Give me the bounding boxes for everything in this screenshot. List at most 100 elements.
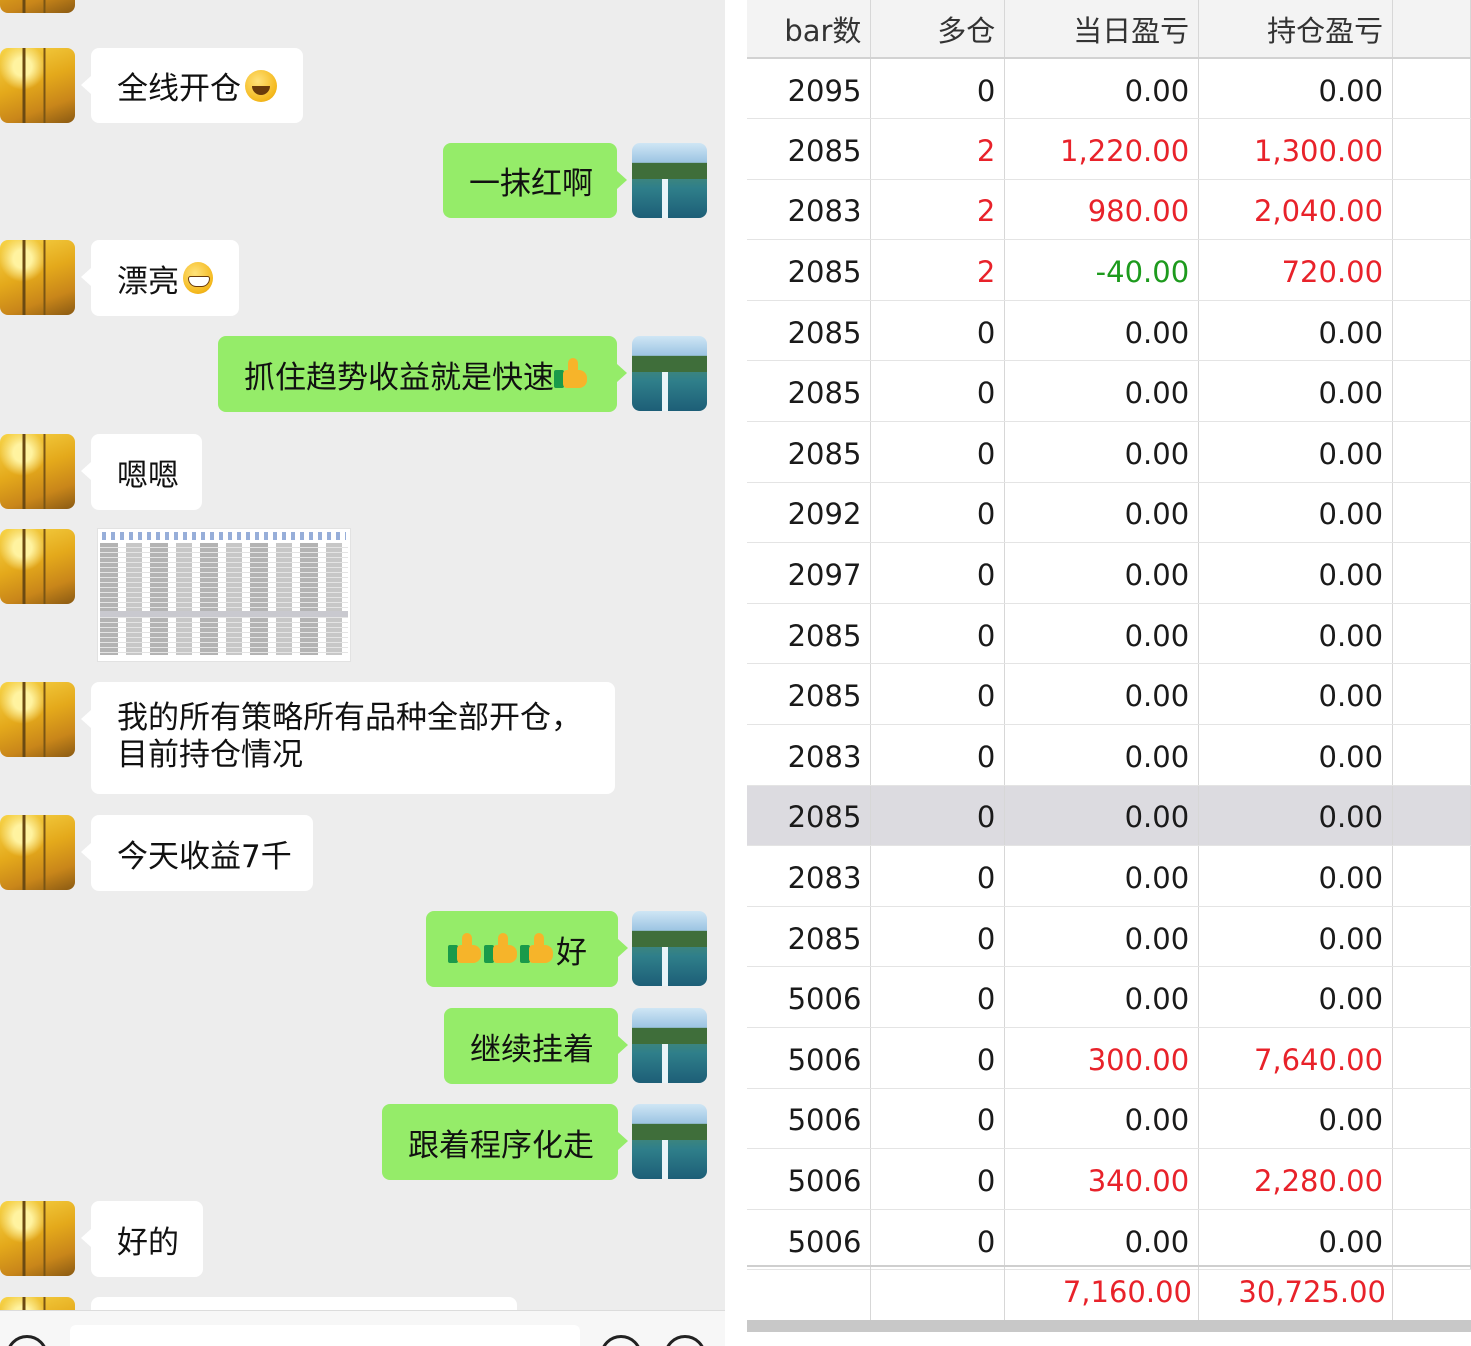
cell-bars: 2085 [747,300,872,362]
table-row[interactable]: 2085 0 0.00 0.00 [747,785,1471,847]
cell-position-pnl: 0.00 [1198,966,1394,1028]
table-row[interactable]: 2085 2 -40.00 720.00 [747,239,1471,301]
table-row[interactable]: 5006 0 340.00 2,280.00 [747,1148,1471,1210]
message-bubble[interactable]: 一抹红啊 [443,143,627,218]
table-header-row: bar数 多仓 当日盈亏 持仓盈亏 [747,0,1471,59]
contact-avatar[interactable] [0,529,75,604]
message-bubble[interactable]: 今天收益7千 [81,815,313,891]
message-text: 漂亮 [117,263,179,300]
cell-long: 0 [870,603,1006,665]
message-bubble[interactable]: 全线开仓 [81,48,303,123]
cell-long: 0 [870,421,1006,483]
self-avatar[interactable] [632,1104,707,1179]
table-row[interactable]: 2083 2 980.00 2,040.00 [747,179,1471,241]
table-row[interactable]: 2085 0 0.00 0.00 [747,360,1471,423]
self-avatar[interactable] [632,143,707,218]
table-row[interactable]: 2097 0 0.00 0.00 [747,542,1471,604]
cell-long: 2 [870,179,1006,241]
cell-long: 2 [870,118,1006,180]
cell-daily-pnl: 980.00 [1004,179,1200,241]
total-daily-pnl: 7,160.00 [1005,1267,1199,1323]
cell-position-pnl: 0.00 [1198,785,1394,847]
cell-daily-pnl: 0.00 [1004,482,1200,544]
table-row[interactable]: 2092 0 0.00 0.00 [747,482,1471,544]
cell-bars: 5006 [747,1027,872,1089]
cell-position-pnl: 0.00 [1198,360,1394,423]
message-input[interactable] [70,1325,580,1346]
cell-more [1392,785,1471,847]
message-bubble[interactable]: 好的 [81,1201,203,1277]
cell-position-pnl: 7,640.00 [1198,1027,1394,1089]
cell-position-pnl: 0.00 [1198,663,1394,726]
cell-bars: 2085 [747,663,872,726]
contact-avatar[interactable] [0,682,75,757]
contact-avatar[interactable] [0,0,75,13]
emoji-icon[interactable] [600,1335,642,1346]
table-row[interactable]: 2085 0 0.00 0.00 [747,663,1471,726]
table-row[interactable]: 5006 0 0.00 0.00 [747,966,1471,1028]
message-bubble[interactable]: 我的所有策略所有品种全部开仓， 目前持仓情况 [81,682,615,794]
total-position-pnl: 30,725.00 [1199,1267,1393,1323]
cell-daily-pnl: 0.00 [1004,845,1200,907]
cell-position-pnl: 0.00 [1198,421,1394,483]
cell-long: 0 [870,845,1006,907]
voice-icon[interactable] [6,1335,48,1346]
contact-avatar[interactable] [0,815,75,890]
message-bubble[interactable]: 继续挂着 [444,1008,628,1084]
table-row[interactable]: 2085 0 0.00 0.00 [747,906,1471,968]
cell-bars: 2085 [747,785,872,847]
cell-bars: 5006 [747,1148,872,1210]
self-avatar[interactable] [632,911,707,986]
message-bubble[interactable]: 跟着程序化走 [382,1104,628,1180]
cell-daily-pnl: 0.00 [1004,360,1200,423]
cell-more [1392,724,1471,786]
cell-daily-pnl: 0.00 [1004,58,1200,120]
table-row[interactable]: 2085 0 0.00 0.00 [747,421,1471,483]
column-header-daily-pnl[interactable]: 当日盈亏 [1004,0,1200,59]
message-bubble[interactable]: 好 [426,911,628,987]
cell-more [1392,300,1471,362]
contact-avatar[interactable] [0,240,75,315]
message-bubble[interactable]: 嗯嗯 [81,434,202,510]
self-avatar[interactable] [632,1008,707,1083]
cell-more [1392,1027,1471,1089]
table-row[interactable]: 2085 2 1,220.00 1,300.00 [747,118,1471,180]
cell-daily-pnl: 0.00 [1004,603,1200,665]
table-row[interactable]: 2085 0 0.00 0.00 [747,603,1471,665]
totals-row: 7,160.00 30,725.00 [747,1265,1471,1323]
grinning-face-icon [245,69,277,102]
contact-avatar[interactable] [0,1201,75,1276]
self-avatar[interactable] [632,336,707,411]
table-row[interactable]: 2083 0 0.00 0.00 [747,845,1471,907]
cell-bars: 2095 [747,58,872,120]
table-row[interactable]: 5006 0 300.00 7,640.00 [747,1027,1471,1089]
image-message-thumbnail[interactable] [97,528,351,662]
add-icon[interactable] [664,1335,706,1346]
message-bubble[interactable]: 抓住趋势收益就是快速 [218,336,627,412]
table-row[interactable]: 2085 0 0.00 0.00 [747,300,1471,362]
contact-avatar[interactable] [0,48,75,123]
column-header-position-pnl[interactable]: 持仓盈亏 [1198,0,1394,59]
cell-more [1392,603,1471,665]
table-row[interactable]: 5006 0 0.00 0.00 [747,1209,1471,1271]
cell-daily-pnl: 0.00 [1004,663,1200,726]
cell-long: 2 [870,239,1006,301]
table-row[interactable]: 2083 0 0.00 0.00 [747,724,1471,786]
column-header-long[interactable]: 多仓 [870,0,1006,59]
column-header-more[interactable] [1392,0,1471,59]
cell-long: 0 [870,906,1006,968]
cell-position-pnl: 0.00 [1198,58,1394,120]
cell-long: 0 [870,966,1006,1028]
cell-daily-pnl: 0.00 [1004,542,1200,604]
table-row[interactable]: 5006 0 0.00 0.00 [747,1088,1471,1150]
cell-position-pnl: 0.00 [1198,482,1394,544]
cell-more [1392,1088,1471,1150]
cell-daily-pnl: 0.00 [1004,1209,1200,1271]
cell-more [1392,482,1471,544]
cell-position-pnl: 2,280.00 [1198,1148,1394,1210]
contact-avatar[interactable] [0,434,75,509]
message-bubble[interactable]: 漂亮 [81,240,239,316]
table-row[interactable]: 2095 0 0.00 0.00 [747,58,1471,120]
horizontal-scrollbar[interactable] [747,1320,1471,1332]
column-header-bars[interactable]: bar数 [747,0,872,59]
